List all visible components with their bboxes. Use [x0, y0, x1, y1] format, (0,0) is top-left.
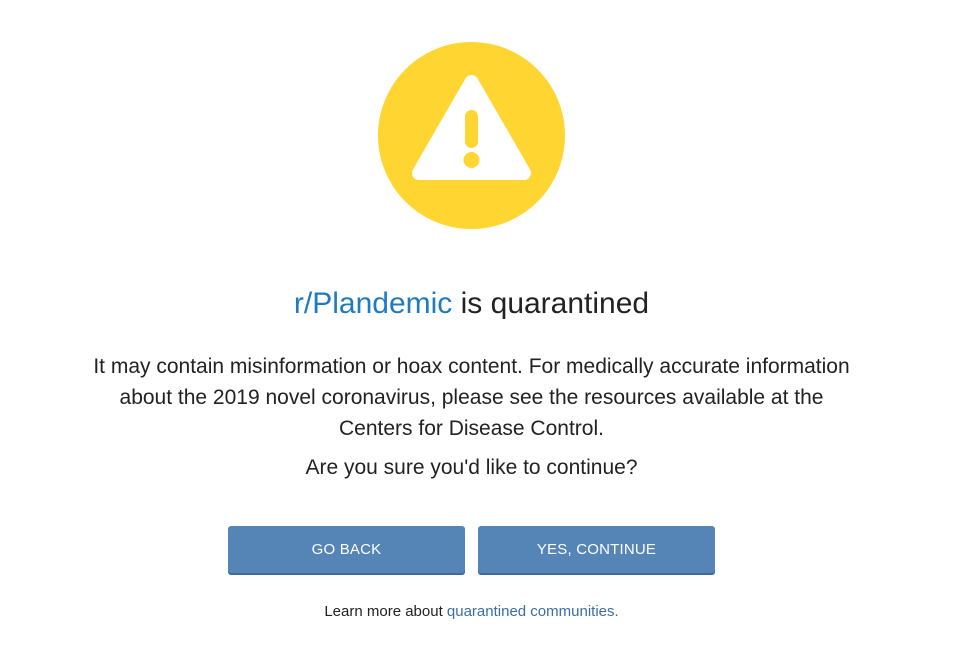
learn-more-text: Learn more about quarantined communities… [0, 603, 943, 621]
learn-more-prefix: Learn more about [324, 603, 447, 620]
page-title: r/Plandemic is quarantined [0, 286, 943, 322]
confirm-question: Are you sure you'd like to continue? [305, 456, 638, 479]
quarantine-message: It may contain misinformation or hoax co… [50, 351, 893, 444]
learn-more-suffix: . [614, 603, 619, 620]
title-suffix: is quarantined [452, 287, 650, 320]
warning-badge [378, 42, 565, 229]
continue-button[interactable]: YES, CONTINUE [478, 526, 715, 573]
message-line-3: Centers for Disease Control. [339, 417, 604, 440]
warning-icon [412, 75, 531, 180]
message-line-2: about the 2019 novel coronavirus, please… [119, 386, 824, 409]
quarantined-communities-link[interactable]: quarantined communities [447, 603, 615, 620]
subreddit-link[interactable]: r/Plandemic [294, 287, 452, 320]
go-back-button[interactable]: GO BACK [228, 526, 465, 573]
message-line-1: It may contain misinformation or hoax co… [93, 355, 850, 378]
